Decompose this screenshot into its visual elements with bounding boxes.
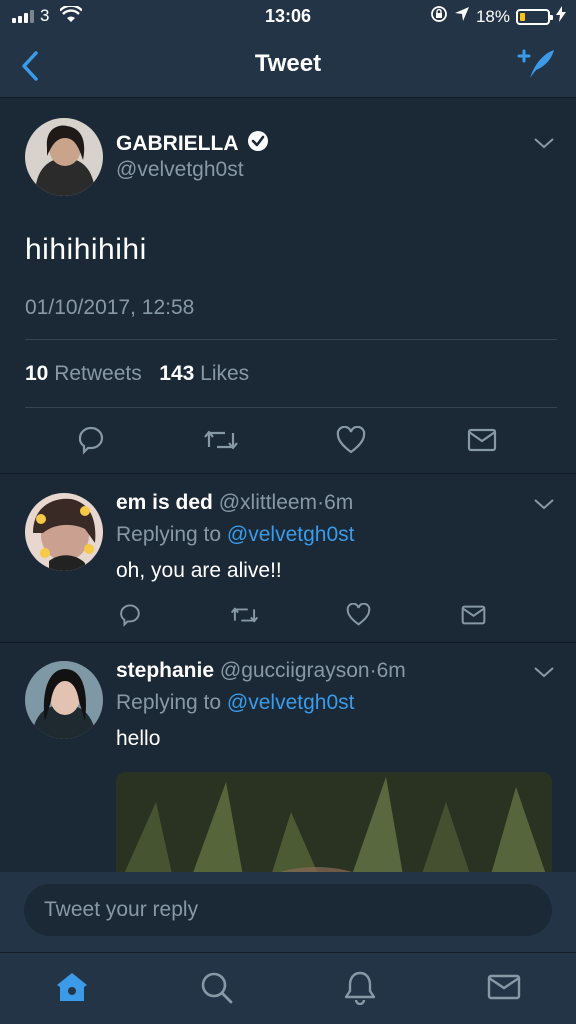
replying-to-line: Replying to @velvetgh0st xyxy=(116,523,354,547)
direct-message-icon[interactable] xyxy=(461,605,486,630)
likes-label[interactable]: Likes xyxy=(200,362,249,385)
direct-message-icon[interactable] xyxy=(467,428,497,457)
reply-author-handle[interactable]: @xlittleem xyxy=(219,491,317,514)
compose-tweet-icon[interactable] xyxy=(516,46,556,82)
chevron-down-icon[interactable] xyxy=(533,136,555,155)
reply-author-name[interactable]: stephanie xyxy=(116,659,214,682)
reply-time: 6m xyxy=(324,491,354,514)
author-handle[interactable]: @velvetgh0st xyxy=(116,158,244,182)
notifications-bell-icon[interactable] xyxy=(342,969,378,1006)
engagement-counts: 10 Retweets 143 Likes xyxy=(25,362,249,386)
orientation-lock-icon xyxy=(430,5,448,28)
reply-header: em is ded @xlittleem·6m xyxy=(116,491,353,515)
reply-tweet[interactable]: em is ded @xlittleem·6m Replying to @vel… xyxy=(0,475,576,643)
replying-prefix: Replying to xyxy=(116,523,222,546)
retweet-icon[interactable] xyxy=(203,425,239,460)
retweets-label[interactable]: Retweets xyxy=(54,362,142,385)
reply-icon[interactable] xyxy=(76,425,106,460)
replying-prefix: Replying to xyxy=(116,691,222,714)
separator-dot: · xyxy=(317,491,325,514)
reply-text: oh, you are alive!! xyxy=(116,559,282,582)
battery-percent: 18% xyxy=(475,6,510,26)
reply-text: hello xyxy=(116,727,161,750)
reply-time: 6m xyxy=(376,659,406,682)
charging-icon xyxy=(556,6,566,27)
reply-author-name[interactable]: em is ded xyxy=(116,491,213,514)
avatar[interactable] xyxy=(25,118,103,196)
reply-author-handle[interactable]: @gucciigrayson xyxy=(220,659,370,682)
nav-bar: Tweet xyxy=(0,34,576,98)
location-icon xyxy=(454,6,470,27)
author-name[interactable]: GABRIELLA xyxy=(116,132,239,156)
divider xyxy=(25,407,557,408)
search-icon[interactable] xyxy=(198,969,234,1005)
reply-header: stephanie @gucciigrayson·6m xyxy=(116,659,406,683)
like-heart-icon[interactable] xyxy=(336,425,366,459)
replying-to-link[interactable]: @velvetgh0st xyxy=(227,691,355,714)
replying-to-link[interactable]: @velvetgh0st xyxy=(227,523,355,546)
avatar[interactable] xyxy=(25,661,103,739)
chevron-down-icon[interactable] xyxy=(533,497,555,516)
chevron-down-icon[interactable] xyxy=(533,665,555,684)
home-icon[interactable] xyxy=(54,969,90,1005)
retweets-count[interactable]: 10 xyxy=(25,362,48,385)
page-title: Tweet xyxy=(254,50,322,77)
reply-composer-bar xyxy=(0,872,576,952)
likes-count[interactable]: 143 xyxy=(159,362,194,385)
replying-to-line: Replying to @velvetgh0st xyxy=(116,691,354,715)
reply-input[interactable] xyxy=(24,884,552,936)
reply-icon[interactable] xyxy=(118,603,142,632)
messages-envelope-icon[interactable] xyxy=(486,969,522,1005)
bottom-tab-bar xyxy=(0,952,576,1024)
tweet-timestamp: 01/10/2017, 12:58 xyxy=(25,296,195,319)
tweet-text: hihihihihi xyxy=(25,233,147,266)
back-chevron-icon[interactable] xyxy=(18,50,44,82)
avatar[interactable] xyxy=(25,493,103,571)
status-bar: 3 13:06 18% xyxy=(0,0,576,34)
separator-dot: · xyxy=(369,659,377,682)
main-tweet: GABRIELLA @velvetgh0st hihihihihi 01/10/… xyxy=(0,98,576,474)
like-heart-icon[interactable] xyxy=(346,602,371,631)
verified-badge-icon xyxy=(247,130,269,157)
battery-icon xyxy=(516,8,553,25)
retweet-icon[interactable] xyxy=(230,603,259,632)
divider xyxy=(25,339,557,340)
